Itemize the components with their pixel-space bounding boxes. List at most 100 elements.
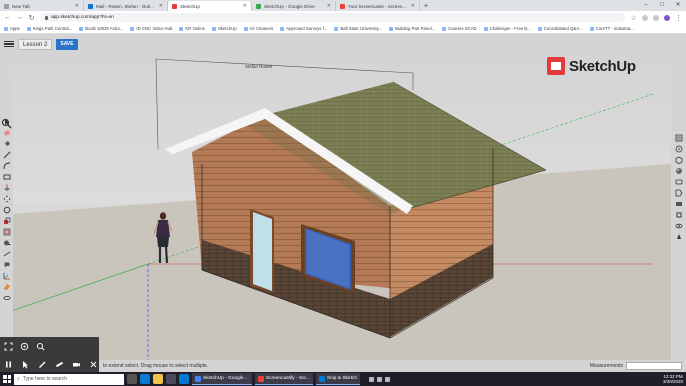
camera-icon[interactable] bbox=[71, 359, 81, 369]
volume-icon[interactable] bbox=[377, 376, 382, 382]
url-input[interactable]: app.sketchup.com/app?hl=en bbox=[40, 13, 625, 22]
close-window-icon[interactable]: ✕ bbox=[670, 0, 686, 11]
section-plane-icon[interactable] bbox=[3, 283, 11, 291]
bookmark-item[interactable]: KR Online bbox=[179, 26, 205, 31]
components-icon[interactable] bbox=[675, 156, 683, 164]
bookmark-item[interactable]: ID CNC Video Hub bbox=[130, 26, 172, 31]
bookmark-item[interactable]: CoreTT - industria... bbox=[589, 26, 634, 31]
entity-info-icon[interactable] bbox=[675, 134, 683, 142]
bookmark-item[interactable]: Challenger - Free B... bbox=[483, 26, 531, 31]
bookmark-item[interactable]: Consolidated Q&A... bbox=[537, 26, 583, 31]
extension-icon[interactable] bbox=[642, 14, 648, 21]
taskbar-clock[interactable]: 12:32 PM 3/30/2020 bbox=[663, 374, 683, 385]
move-icon[interactable] bbox=[3, 195, 11, 203]
taskbar-app[interactable]: Snip & Sketch bbox=[315, 373, 360, 385]
maximize-icon[interactable]: □ bbox=[654, 0, 670, 11]
new-tab-button[interactable]: + bbox=[420, 1, 432, 11]
line-icon[interactable] bbox=[3, 151, 11, 159]
offset-icon[interactable] bbox=[3, 228, 11, 236]
materials-icon[interactable] bbox=[675, 167, 683, 175]
bookmark-icon bbox=[212, 26, 216, 31]
tape-measure-icon[interactable] bbox=[3, 239, 11, 247]
bookmark-icon bbox=[334, 26, 339, 31]
tab-close-icon[interactable]: ✕ bbox=[243, 3, 247, 9]
taskbar-app[interactable]: SketchUp - Google ... bbox=[192, 373, 252, 385]
tab-close-icon[interactable]: ✕ bbox=[75, 3, 79, 9]
bookmark-icon bbox=[26, 26, 31, 31]
bookmark-item[interactable]: Approved Surveys f... bbox=[280, 26, 327, 31]
orbit-icon[interactable] bbox=[19, 341, 29, 351]
address-bar: ← → ↻ app.sketchup.com/app?hl=en ☆ ⋮ bbox=[0, 11, 686, 24]
close-icon[interactable] bbox=[88, 359, 98, 369]
rotate-icon[interactable] bbox=[3, 206, 11, 214]
cursor-icon[interactable] bbox=[20, 359, 30, 369]
forward-icon[interactable]: → bbox=[16, 14, 23, 21]
reload-icon[interactable]: ↻ bbox=[28, 14, 35, 22]
axes-icon[interactable] bbox=[3, 272, 11, 280]
battery-icon[interactable] bbox=[385, 376, 390, 382]
taskbar-search-input[interactable]: ⌕ Type here to search bbox=[14, 373, 124, 385]
tab-close-icon[interactable]: ✕ bbox=[327, 3, 331, 9]
dimension-icon[interactable] bbox=[3, 250, 11, 258]
edge-icon[interactable] bbox=[140, 374, 150, 384]
windows-start-icon[interactable] bbox=[3, 375, 11, 383]
search-icon[interactable] bbox=[1, 118, 12, 129]
pencil-icon[interactable] bbox=[37, 359, 47, 369]
eraser-icon[interactable] bbox=[3, 129, 11, 137]
marker-icon[interactable] bbox=[54, 359, 64, 369]
mail-icon[interactable] bbox=[179, 374, 189, 384]
rectangle-icon[interactable] bbox=[3, 173, 11, 181]
orbit-icon[interactable] bbox=[3, 294, 11, 302]
browser-tab[interactable]: Your Screencasts - Screencastify ✕ bbox=[336, 1, 420, 11]
browser-tab[interactable]: New Tab ✕ bbox=[0, 1, 84, 11]
tab-label: New Tab bbox=[12, 3, 30, 9]
bookmark-item[interactable]: Boxlit 10020 Astro... bbox=[79, 26, 123, 31]
scale-icon[interactable] bbox=[3, 217, 11, 225]
measurements-input[interactable] bbox=[626, 362, 682, 370]
model-viewport[interactable]: Stefan Rosen bbox=[13, 54, 671, 360]
push-pull-icon[interactable] bbox=[3, 184, 11, 192]
network-icon[interactable] bbox=[369, 376, 374, 382]
zoom-extents-icon[interactable] bbox=[3, 341, 13, 351]
bookmark-item[interactable]: Careers SCAD bbox=[442, 26, 477, 31]
display-icon[interactable] bbox=[675, 222, 683, 230]
tags-icon[interactable] bbox=[675, 189, 683, 197]
pause-icon[interactable] bbox=[3, 359, 13, 369]
extension-icon[interactable] bbox=[653, 14, 659, 21]
styles-icon[interactable] bbox=[675, 178, 683, 186]
save-button[interactable]: SAVE bbox=[56, 38, 78, 50]
browser-tab[interactable]: SketchUp - Google Drive ✕ bbox=[252, 1, 336, 11]
bookmark-icon bbox=[79, 26, 84, 31]
file-explorer-icon[interactable] bbox=[153, 374, 163, 384]
bookmark-item[interactable]: SketchUp bbox=[212, 26, 237, 31]
text-icon[interactable] bbox=[3, 261, 11, 269]
arc-icon[interactable] bbox=[3, 162, 11, 170]
hamburger-menu-icon[interactable] bbox=[4, 39, 14, 49]
solid-tools-icon[interactable] bbox=[675, 233, 683, 241]
browser-tab[interactable]: Mail - Rosen, Stefan - Outlook ✕ bbox=[84, 1, 168, 11]
shadows-icon[interactable] bbox=[675, 211, 683, 219]
bookmark-star-icon[interactable]: ☆ bbox=[630, 14, 637, 22]
task-view-icon[interactable] bbox=[127, 374, 137, 384]
bookmark-item[interactable]: Kings Park Central... bbox=[26, 26, 72, 31]
bookmark-item[interactable]: Air Cleaners bbox=[243, 26, 273, 31]
browser-tab-active[interactable]: SketchUp ✕ bbox=[168, 1, 252, 11]
file-name[interactable]: Lesson 2 bbox=[18, 38, 53, 50]
browser-menu-icon[interactable]: ⋮ bbox=[675, 14, 682, 22]
tab-label: SketchUp bbox=[180, 3, 200, 9]
bookmark-item[interactable]: Apps bbox=[4, 26, 20, 31]
bookmark-item[interactable]: Building Part Panel... bbox=[389, 26, 435, 31]
instructor-icon[interactable] bbox=[675, 145, 683, 153]
scenes-icon[interactable] bbox=[675, 200, 683, 208]
bookmark-item[interactable]: Ball State University... bbox=[334, 26, 382, 31]
zoom-icon[interactable] bbox=[35, 341, 45, 351]
window-controls: – □ ✕ bbox=[638, 0, 686, 11]
back-icon[interactable]: ← bbox=[4, 14, 11, 21]
taskbar-app[interactable]: Screencastify - Scr... bbox=[254, 373, 313, 385]
store-icon[interactable] bbox=[166, 374, 176, 384]
minimize-icon[interactable]: – bbox=[638, 0, 654, 11]
paint-bucket-icon[interactable] bbox=[3, 140, 11, 148]
tab-close-icon[interactable]: ✕ bbox=[159, 3, 163, 9]
tab-close-icon[interactable]: ✕ bbox=[411, 3, 415, 9]
avatar[interactable] bbox=[664, 14, 670, 21]
